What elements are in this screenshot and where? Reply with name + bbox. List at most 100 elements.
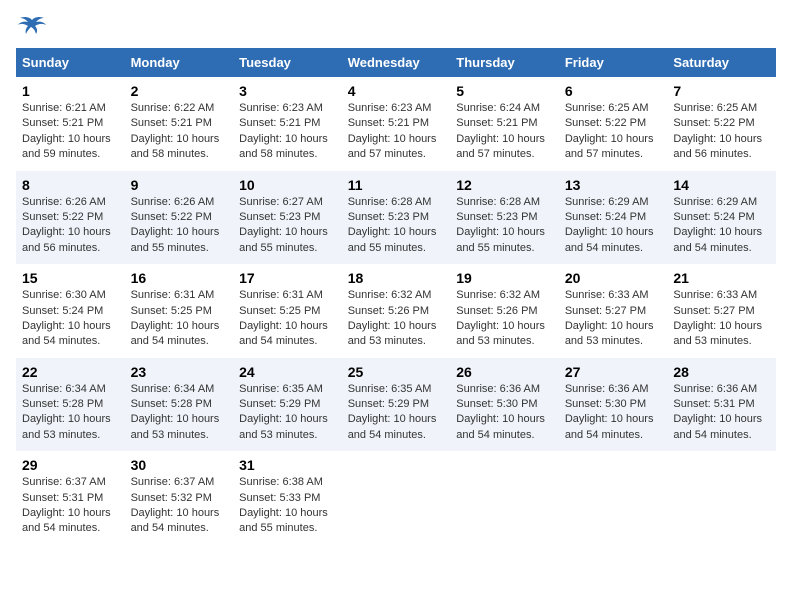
table-cell: 12 Sunrise: 6:28 AMSunset: 5:23 PMDaylig… xyxy=(450,171,559,265)
day-info: Sunrise: 6:22 AMSunset: 5:21 PMDaylight:… xyxy=(131,102,220,160)
table-cell: 15 Sunrise: 6:30 AMSunset: 5:24 PMDaylig… xyxy=(16,264,125,358)
day-number: 17 xyxy=(239,270,336,286)
day-info: Sunrise: 6:35 AMSunset: 5:29 PMDaylight:… xyxy=(348,383,437,441)
day-info: Sunrise: 6:23 AMSunset: 5:21 PMDaylight:… xyxy=(239,102,328,160)
day-number: 19 xyxy=(456,270,553,286)
day-info: Sunrise: 6:32 AMSunset: 5:26 PMDaylight:… xyxy=(348,289,437,347)
day-info: Sunrise: 6:28 AMSunset: 5:23 PMDaylight:… xyxy=(456,196,545,254)
day-info: Sunrise: 6:29 AMSunset: 5:24 PMDaylight:… xyxy=(565,196,654,254)
calendar-week-row: 8 Sunrise: 6:26 AMSunset: 5:22 PMDayligh… xyxy=(16,171,776,265)
day-number: 2 xyxy=(131,83,228,99)
table-cell xyxy=(450,451,559,545)
day-number: 12 xyxy=(456,177,553,193)
day-info: Sunrise: 6:32 AMSunset: 5:26 PMDaylight:… xyxy=(456,289,545,347)
day-info: Sunrise: 6:25 AMSunset: 5:22 PMDaylight:… xyxy=(673,102,762,160)
day-info: Sunrise: 6:34 AMSunset: 5:28 PMDaylight:… xyxy=(22,383,111,441)
day-number: 30 xyxy=(131,457,228,473)
day-number: 16 xyxy=(131,270,228,286)
day-number: 27 xyxy=(565,364,662,380)
day-number: 6 xyxy=(565,83,662,99)
table-cell: 2 Sunrise: 6:22 AMSunset: 5:21 PMDayligh… xyxy=(125,77,234,171)
table-cell: 4 Sunrise: 6:23 AMSunset: 5:21 PMDayligh… xyxy=(342,77,451,171)
day-number: 22 xyxy=(22,364,119,380)
table-cell: 25 Sunrise: 6:35 AMSunset: 5:29 PMDaylig… xyxy=(342,358,451,452)
table-cell: 20 Sunrise: 6:33 AMSunset: 5:27 PMDaylig… xyxy=(559,264,668,358)
day-number: 1 xyxy=(22,83,119,99)
table-cell: 8 Sunrise: 6:26 AMSunset: 5:22 PMDayligh… xyxy=(16,171,125,265)
calendar-week-row: 15 Sunrise: 6:30 AMSunset: 5:24 PMDaylig… xyxy=(16,264,776,358)
col-wednesday: Wednesday xyxy=(342,48,451,77)
day-number: 25 xyxy=(348,364,445,380)
page-header xyxy=(16,16,776,38)
table-cell: 6 Sunrise: 6:25 AMSunset: 5:22 PMDayligh… xyxy=(559,77,668,171)
table-cell: 24 Sunrise: 6:35 AMSunset: 5:29 PMDaylig… xyxy=(233,358,342,452)
table-cell: 29 Sunrise: 6:37 AMSunset: 5:31 PMDaylig… xyxy=(16,451,125,545)
table-cell xyxy=(667,451,776,545)
table-cell: 30 Sunrise: 6:37 AMSunset: 5:32 PMDaylig… xyxy=(125,451,234,545)
table-cell: 22 Sunrise: 6:34 AMSunset: 5:28 PMDaylig… xyxy=(16,358,125,452)
day-number: 13 xyxy=(565,177,662,193)
table-cell: 10 Sunrise: 6:27 AMSunset: 5:23 PMDaylig… xyxy=(233,171,342,265)
day-number: 5 xyxy=(456,83,553,99)
table-cell: 17 Sunrise: 6:31 AMSunset: 5:25 PMDaylig… xyxy=(233,264,342,358)
day-info: Sunrise: 6:33 AMSunset: 5:27 PMDaylight:… xyxy=(673,289,762,347)
calendar-week-row: 29 Sunrise: 6:37 AMSunset: 5:31 PMDaylig… xyxy=(16,451,776,545)
day-number: 7 xyxy=(673,83,770,99)
day-number: 4 xyxy=(348,83,445,99)
day-number: 18 xyxy=(348,270,445,286)
day-info: Sunrise: 6:36 AMSunset: 5:31 PMDaylight:… xyxy=(673,383,762,441)
table-cell: 19 Sunrise: 6:32 AMSunset: 5:26 PMDaylig… xyxy=(450,264,559,358)
logo-bird-icon xyxy=(18,16,46,38)
day-number: 23 xyxy=(131,364,228,380)
day-number: 26 xyxy=(456,364,553,380)
day-info: Sunrise: 6:23 AMSunset: 5:21 PMDaylight:… xyxy=(348,102,437,160)
table-cell: 27 Sunrise: 6:36 AMSunset: 5:30 PMDaylig… xyxy=(559,358,668,452)
day-info: Sunrise: 6:36 AMSunset: 5:30 PMDaylight:… xyxy=(565,383,654,441)
table-cell: 28 Sunrise: 6:36 AMSunset: 5:31 PMDaylig… xyxy=(667,358,776,452)
table-cell: 31 Sunrise: 6:38 AMSunset: 5:33 PMDaylig… xyxy=(233,451,342,545)
day-info: Sunrise: 6:28 AMSunset: 5:23 PMDaylight:… xyxy=(348,196,437,254)
calendar-week-row: 22 Sunrise: 6:34 AMSunset: 5:28 PMDaylig… xyxy=(16,358,776,452)
col-monday: Monday xyxy=(125,48,234,77)
day-info: Sunrise: 6:34 AMSunset: 5:28 PMDaylight:… xyxy=(131,383,220,441)
table-cell: 3 Sunrise: 6:23 AMSunset: 5:21 PMDayligh… xyxy=(233,77,342,171)
day-number: 21 xyxy=(673,270,770,286)
day-info: Sunrise: 6:26 AMSunset: 5:22 PMDaylight:… xyxy=(22,196,111,254)
day-info: Sunrise: 6:29 AMSunset: 5:24 PMDaylight:… xyxy=(673,196,762,254)
day-number: 31 xyxy=(239,457,336,473)
day-number: 14 xyxy=(673,177,770,193)
table-cell: 13 Sunrise: 6:29 AMSunset: 5:24 PMDaylig… xyxy=(559,171,668,265)
table-cell: 18 Sunrise: 6:32 AMSunset: 5:26 PMDaylig… xyxy=(342,264,451,358)
day-info: Sunrise: 6:24 AMSunset: 5:21 PMDaylight:… xyxy=(456,102,545,160)
day-info: Sunrise: 6:35 AMSunset: 5:29 PMDaylight:… xyxy=(239,383,328,441)
table-cell: 16 Sunrise: 6:31 AMSunset: 5:25 PMDaylig… xyxy=(125,264,234,358)
day-number: 9 xyxy=(131,177,228,193)
day-number: 3 xyxy=(239,83,336,99)
table-cell: 9 Sunrise: 6:26 AMSunset: 5:22 PMDayligh… xyxy=(125,171,234,265)
day-number: 11 xyxy=(348,177,445,193)
day-info: Sunrise: 6:37 AMSunset: 5:31 PMDaylight:… xyxy=(22,476,111,534)
table-cell: 7 Sunrise: 6:25 AMSunset: 5:22 PMDayligh… xyxy=(667,77,776,171)
logo xyxy=(16,16,48,38)
day-info: Sunrise: 6:25 AMSunset: 5:22 PMDaylight:… xyxy=(565,102,654,160)
day-number: 20 xyxy=(565,270,662,286)
table-cell xyxy=(342,451,451,545)
day-info: Sunrise: 6:27 AMSunset: 5:23 PMDaylight:… xyxy=(239,196,328,254)
day-info: Sunrise: 6:31 AMSunset: 5:25 PMDaylight:… xyxy=(239,289,328,347)
day-info: Sunrise: 6:26 AMSunset: 5:22 PMDaylight:… xyxy=(131,196,220,254)
day-info: Sunrise: 6:31 AMSunset: 5:25 PMDaylight:… xyxy=(131,289,220,347)
day-info: Sunrise: 6:30 AMSunset: 5:24 PMDaylight:… xyxy=(22,289,111,347)
day-number: 29 xyxy=(22,457,119,473)
day-info: Sunrise: 6:33 AMSunset: 5:27 PMDaylight:… xyxy=(565,289,654,347)
col-saturday: Saturday xyxy=(667,48,776,77)
day-info: Sunrise: 6:37 AMSunset: 5:32 PMDaylight:… xyxy=(131,476,220,534)
day-number: 28 xyxy=(673,364,770,380)
day-number: 24 xyxy=(239,364,336,380)
day-info: Sunrise: 6:21 AMSunset: 5:21 PMDaylight:… xyxy=(22,102,111,160)
table-cell: 23 Sunrise: 6:34 AMSunset: 5:28 PMDaylig… xyxy=(125,358,234,452)
calendar-week-row: 1 Sunrise: 6:21 AMSunset: 5:21 PMDayligh… xyxy=(16,77,776,171)
day-number: 15 xyxy=(22,270,119,286)
calendar-header-row: Sunday Monday Tuesday Wednesday Thursday… xyxy=(16,48,776,77)
col-thursday: Thursday xyxy=(450,48,559,77)
table-cell: 14 Sunrise: 6:29 AMSunset: 5:24 PMDaylig… xyxy=(667,171,776,265)
